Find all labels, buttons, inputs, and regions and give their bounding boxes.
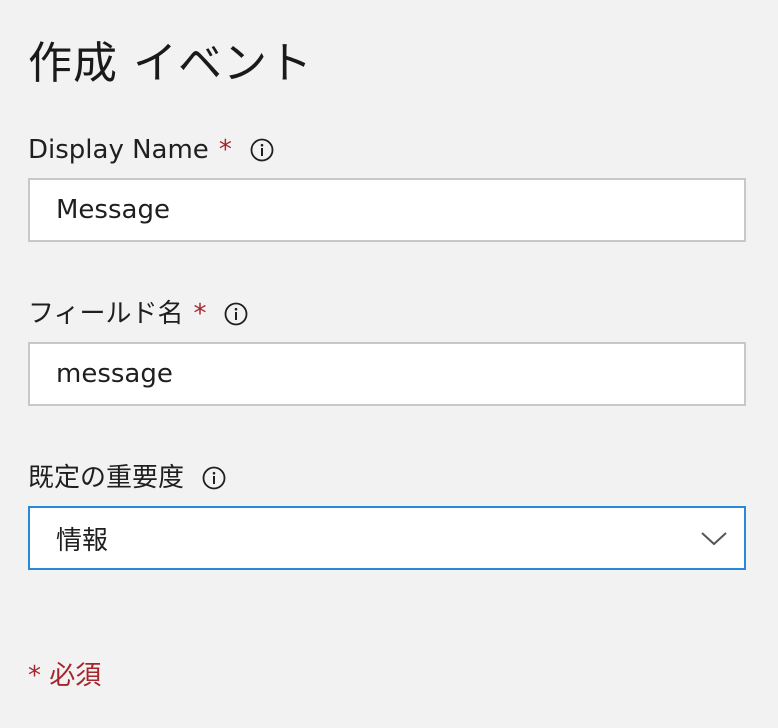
display-name-label: Display Name xyxy=(28,135,209,165)
info-icon[interactable] xyxy=(224,302,248,326)
field-name-field[interactable] xyxy=(28,342,746,406)
display-name-input[interactable] xyxy=(30,180,710,240)
chevron-down-icon[interactable] xyxy=(700,529,728,547)
display-name-label-row: Display Name * xyxy=(28,133,274,167)
display-name-field[interactable] xyxy=(28,178,746,242)
required-asterisk: * xyxy=(218,135,232,165)
required-note: * 必須 xyxy=(28,661,102,691)
info-icon[interactable] xyxy=(202,466,226,490)
field-name-label-row: フィールド名 * xyxy=(28,297,248,331)
default-severity-selected: 情報 xyxy=(56,525,109,556)
info-icon[interactable] xyxy=(250,138,274,162)
required-asterisk: * xyxy=(193,299,207,329)
page-title: 作成 イベント xyxy=(28,38,313,89)
field-name-input[interactable] xyxy=(30,344,710,404)
default-severity-label-row: 既定の重要度 xyxy=(28,461,226,495)
default-severity-dropdown[interactable]: 情報 xyxy=(28,506,746,570)
field-name-label: フィールド名 xyxy=(28,299,184,329)
default-severity-label: 既定の重要度 xyxy=(28,463,185,493)
